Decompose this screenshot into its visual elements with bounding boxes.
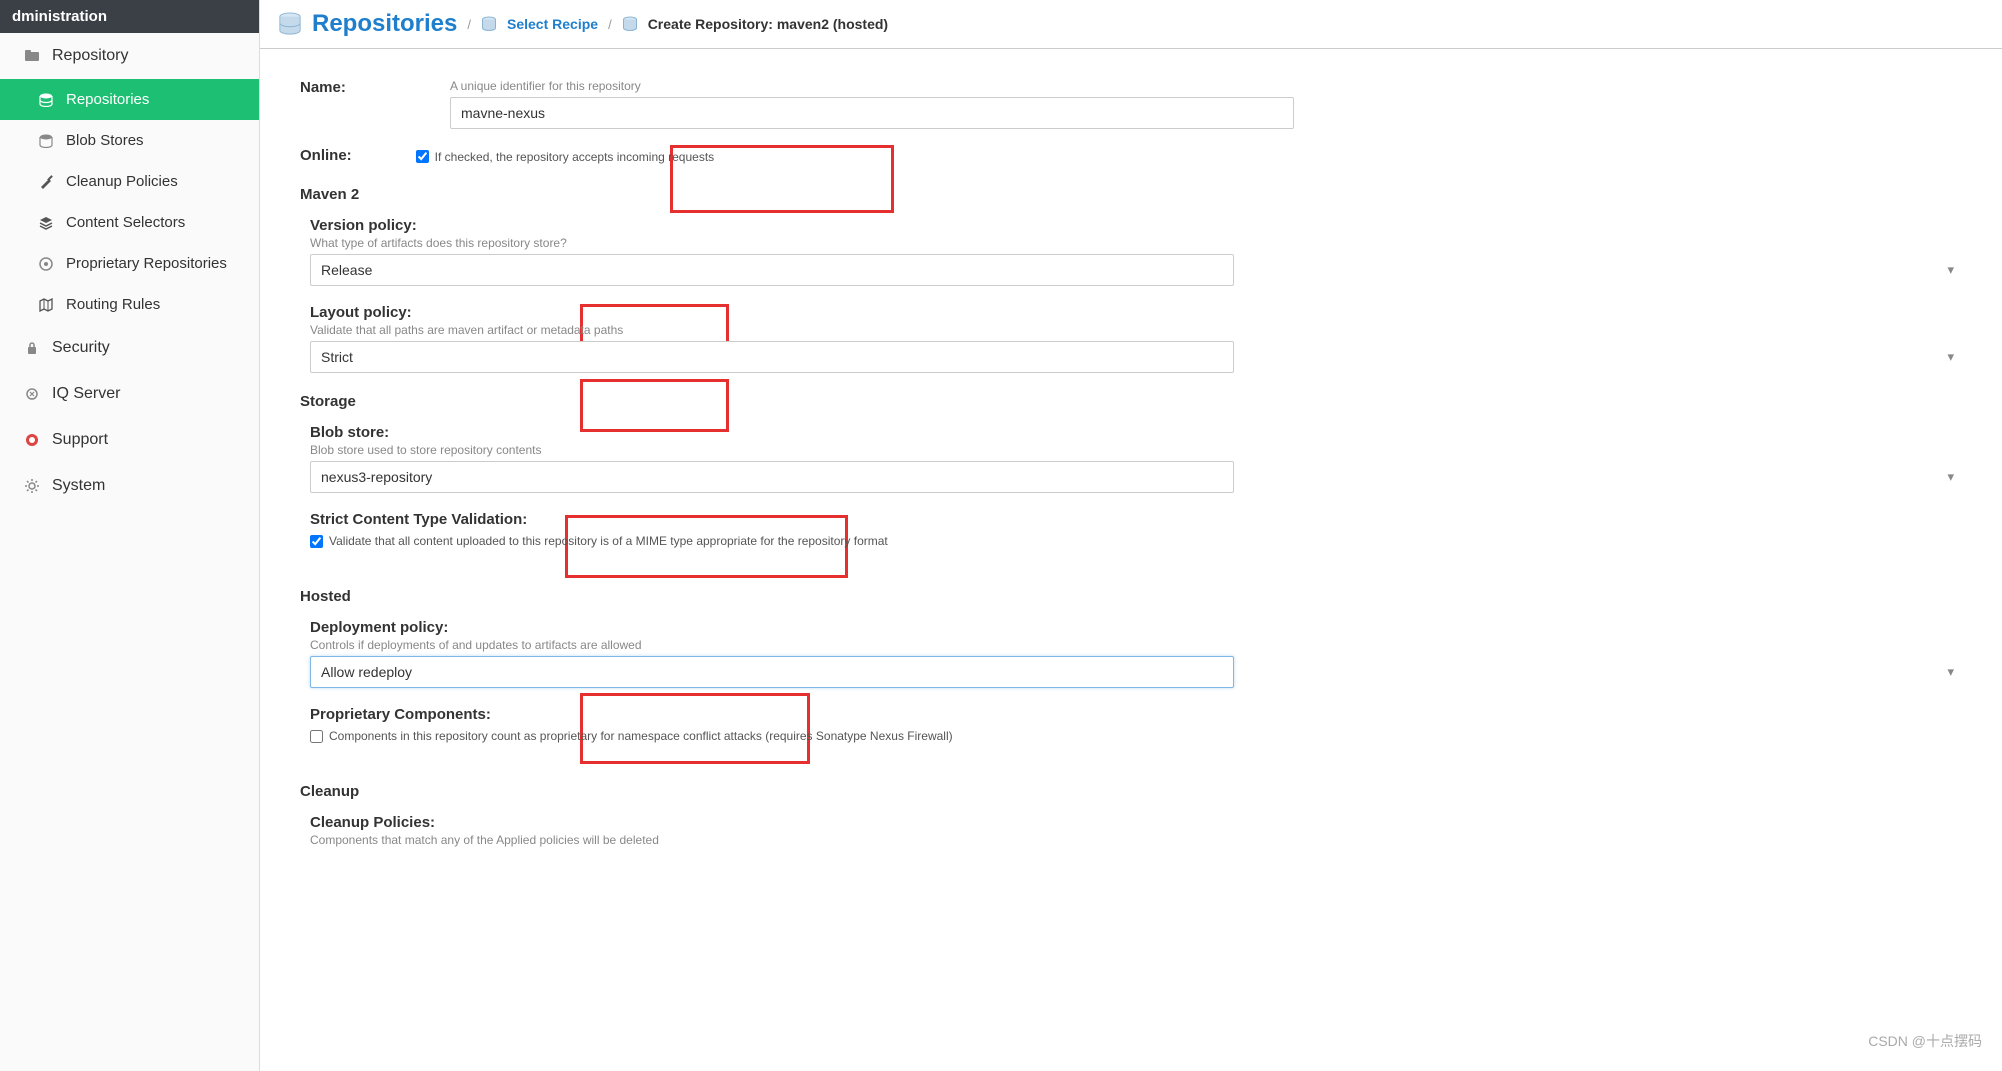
proprietary-label: Proprietary Components: — [310, 706, 1962, 723]
proprietary-hint: Components in this repository count as p… — [329, 729, 953, 743]
cleanup-policies-hint: Components that match any of the Applied… — [310, 833, 1962, 847]
sidebar-section-label: System — [52, 477, 105, 495]
sidebar-section-repository[interactable]: Repository — [0, 33, 259, 79]
field-name: Name: A unique identifier for this repos… — [300, 79, 1962, 129]
sidebar-section-label: IQ Server — [52, 385, 120, 403]
layout-policy-select[interactable] — [310, 341, 1234, 373]
sidebar-item-label: Blob Stores — [66, 132, 144, 149]
iq-icon — [24, 387, 40, 401]
gear-icon — [24, 479, 40, 493]
online-label: Online: — [300, 147, 352, 164]
sidebar-section-system[interactable]: System — [0, 463, 259, 509]
sidebar-item-cleanup[interactable]: Cleanup Policies — [0, 161, 259, 202]
section-cleanup: Cleanup — [300, 783, 1962, 800]
field-proprietary: Proprietary Components: Components in th… — [310, 706, 1962, 743]
deployment-policy-hint: Controls if deployments of and updates t… — [310, 638, 1962, 652]
database-icon — [38, 93, 54, 107]
life-ring-icon — [24, 433, 40, 447]
proprietary-icon — [38, 257, 54, 271]
chevron-down-icon: ▾ — [1947, 469, 1954, 485]
sidebar-item-label: Content Selectors — [66, 214, 185, 231]
field-layout-policy: Layout policy: Validate that all paths a… — [310, 304, 1962, 373]
main-content: Repositories / Select Recipe / Create Re… — [260, 0, 2002, 1071]
breadcrumb-separator: / — [467, 17, 471, 32]
deployment-policy-select[interactable] — [310, 656, 1234, 688]
field-online: Online: If checked, the repository accep… — [300, 147, 1962, 166]
sidebar-item-proprietary[interactable]: Proprietary Repositories — [0, 243, 259, 284]
layout-policy-hint: Validate that all paths are maven artifa… — [310, 323, 1962, 337]
sidebar-item-blob-stores[interactable]: Blob Stores — [0, 120, 259, 161]
field-blob-store: Blob store: Blob store used to store rep… — [310, 424, 1962, 493]
sidebar-section-support[interactable]: Support — [0, 417, 259, 463]
name-hint: A unique identifier for this repository — [450, 79, 1962, 93]
field-strict-validation: Strict Content Type Validation: Validate… — [310, 511, 1962, 548]
section-storage: Storage — [300, 393, 1962, 410]
sidebar-item-label: Cleanup Policies — [66, 173, 178, 190]
lock-icon — [24, 341, 40, 355]
sidebar-section-iq[interactable]: IQ Server — [0, 371, 259, 417]
layers-icon — [38, 216, 54, 230]
folder-icon — [24, 48, 40, 64]
strict-validation-label: Strict Content Type Validation: — [310, 511, 1962, 528]
field-version-policy: Version policy: What type of artifacts d… — [310, 217, 1962, 286]
breadcrumb-current: Create Repository: maven2 (hosted) — [648, 16, 888, 32]
online-hint: If checked, the repository accepts incom… — [435, 150, 714, 164]
strict-validation-hint: Validate that all content uploaded to th… — [329, 534, 888, 548]
deployment-policy-label: Deployment policy: — [310, 619, 1962, 636]
sidebar-section-security[interactable]: Security — [0, 325, 259, 371]
database-icon — [481, 16, 497, 32]
sidebar-section-label: Support — [52, 431, 108, 449]
sidebar-section-label: Security — [52, 339, 110, 357]
page-title: Repositories — [312, 10, 457, 38]
sidebar-item-content-selectors[interactable]: Content Selectors — [0, 202, 259, 243]
database-icon — [38, 134, 54, 148]
sidebar-item-label: Repositories — [66, 91, 149, 108]
chevron-down-icon: ▾ — [1947, 262, 1954, 278]
sidebar-item-repositories[interactable]: Repositories — [0, 79, 259, 120]
database-icon — [622, 16, 638, 32]
watermark: CSDN @十点摆码 — [1868, 1031, 1982, 1051]
blob-store-select[interactable] — [310, 461, 1234, 493]
breadcrumb: Repositories / Select Recipe / Create Re… — [260, 0, 2002, 49]
cleanup-policies-label: Cleanup Policies: — [310, 814, 1962, 831]
name-label: Name: — [300, 79, 380, 96]
sidebar-item-label: Routing Rules — [66, 296, 160, 313]
sidebar-item-label: Proprietary Repositories — [66, 255, 227, 272]
online-checkbox[interactable] — [416, 150, 429, 163]
version-policy-hint: What type of artifacts does this reposit… — [310, 236, 1962, 250]
map-icon — [38, 298, 54, 312]
sidebar: dministration Repository Repositories Bl… — [0, 0, 260, 1071]
blob-store-label: Blob store: — [310, 424, 1962, 441]
section-maven2: Maven 2 — [300, 186, 1962, 203]
sidebar-section-label: Repository — [52, 47, 128, 65]
name-input[interactable] — [450, 97, 1294, 129]
version-policy-select[interactable] — [310, 254, 1234, 286]
sidebar-header: dministration — [0, 0, 259, 33]
database-icon — [278, 12, 302, 36]
field-cleanup-policies: Cleanup Policies: Components that match … — [310, 814, 1962, 847]
sidebar-item-routing[interactable]: Routing Rules — [0, 284, 259, 325]
breadcrumb-separator: / — [608, 17, 612, 32]
brush-icon — [38, 175, 54, 189]
chevron-down-icon: ▾ — [1947, 349, 1954, 365]
field-deployment-policy: Deployment policy: Controls if deploymen… — [310, 619, 1962, 688]
chevron-down-icon: ▾ — [1947, 664, 1954, 680]
layout-policy-label: Layout policy: — [310, 304, 1962, 321]
version-policy-label: Version policy: — [310, 217, 1962, 234]
blob-store-hint: Blob store used to store repository cont… — [310, 443, 1962, 457]
proprietary-checkbox[interactable] — [310, 730, 323, 743]
strict-validation-checkbox[interactable] — [310, 535, 323, 548]
breadcrumb-link-select-recipe[interactable]: Select Recipe — [507, 16, 598, 32]
section-hosted: Hosted — [300, 588, 1962, 605]
